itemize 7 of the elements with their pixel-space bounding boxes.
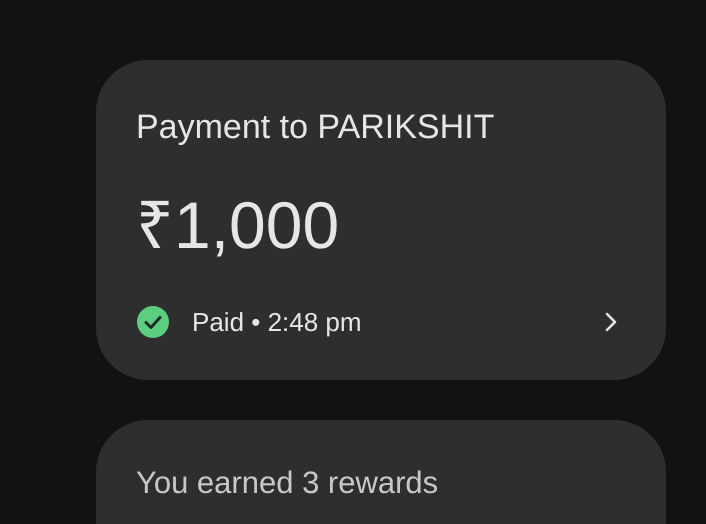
payment-title: Payment to PARIKSHIT	[136, 107, 496, 148]
chevron-right-icon[interactable]	[604, 311, 618, 333]
payment-status: Paid • 2:48 pm	[192, 306, 362, 338]
payment-card[interactable]: Payment to PARIKSHIT ₹1,000 Paid • 2:48 pm	[96, 60, 666, 380]
rewards-card[interactable]: You earned 3 rewards	[96, 420, 666, 524]
payment-amount: ₹1,000	[136, 187, 340, 264]
rewards-text: You earned 3 rewards	[136, 464, 440, 502]
